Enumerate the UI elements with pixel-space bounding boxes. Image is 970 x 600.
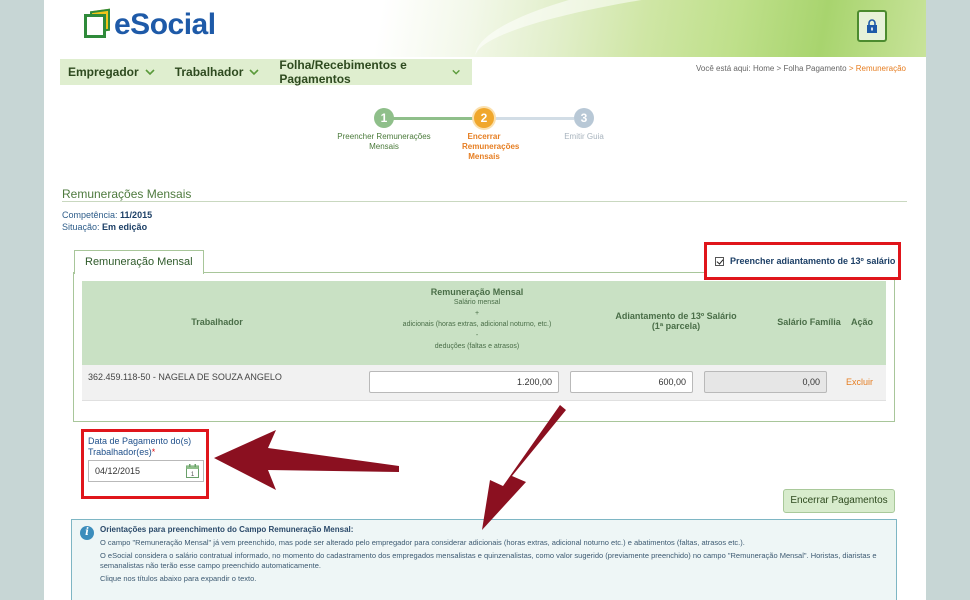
chevron-down-icon (249, 69, 259, 76)
table-row: 362.459.118-50 - NAGELA DE SOUZA ANGELO … (82, 365, 886, 401)
remuneracao-input[interactable]: 1.200,00 (369, 371, 559, 393)
encerrar-pagamentos-button[interactable]: Encerrar Pagamentos (783, 489, 895, 513)
col-adiantamento: Adiantamento de 13º Salário (1ª parcela) (606, 311, 746, 331)
logo-text: eSocial (114, 8, 216, 41)
step-label: Encerrar Remunerações Mensais (462, 132, 520, 161)
col-remuneracao-sub: deduções (faltas e atrasos) (434, 343, 520, 350)
breadcrumb-folha[interactable]: Folha Pagamento (783, 64, 846, 73)
esocial-logo[interactable]: eSocial (84, 8, 216, 42)
step-label: Emitir Guia (564, 132, 604, 141)
esocial-logo-icon (84, 8, 112, 40)
situacao-label: Situação: (62, 222, 100, 232)
chevron-down-icon (145, 69, 155, 76)
section-divider (62, 201, 907, 202)
salario-familia-input: 0,00 (704, 371, 827, 393)
step-label: Preencher Remunerações Mensais (337, 132, 431, 151)
col-remuneracao-sub: + (474, 310, 480, 317)
col-remuneracao-sub: Salário mensal (453, 299, 501, 306)
col-adiantamento-title: Adiantamento de 13º Salário (615, 311, 737, 321)
situacao-value: Em edição (102, 222, 148, 232)
info-paragraph: O campo "Remuneração Mensal" já vem pree… (100, 538, 745, 547)
col-acao: Ação (850, 317, 873, 327)
header-banner: eSocial (44, 0, 926, 57)
col-remuneracao-sub: - (475, 332, 479, 339)
breadcrumb-separator: > (848, 64, 854, 73)
nav-empregador[interactable]: Empregador (68, 65, 155, 79)
excluir-link[interactable]: Excluir (846, 377, 873, 387)
date-label: Data de Pagamento do(s) Trabalhador(es)* (88, 436, 206, 458)
date-label-line1: Data de Pagamento do(s) (88, 436, 192, 446)
date-field-highlight: Data de Pagamento do(s) Trabalhador(es)*… (81, 429, 209, 499)
date-label-line2: Trabalhador(es) (88, 447, 152, 457)
nav-folha-label: Folha/Recebimentos e Pagamentos (279, 58, 407, 86)
step-1: 1 Preencher Remunerações Mensais (334, 108, 434, 152)
chevron-down-icon (452, 69, 460, 75)
step-number: 3 (574, 108, 594, 128)
tab-remuneracao-mensal[interactable]: Remuneração Mensal (74, 250, 204, 274)
col-adiantamento-sub: (1ª parcela) (651, 321, 701, 331)
competencia-line: Competência: 11/2015 (62, 210, 152, 220)
main-nav: Empregador Trabalhador Folha/Recebimento… (60, 58, 472, 86)
breadcrumb-current: Remuneração (855, 64, 906, 73)
competencia-label: Competência: (62, 210, 118, 220)
table-header: Trabalhador Remuneração Mensal Salário m… (82, 281, 886, 365)
situacao-line: Situação: Em edição (62, 222, 147, 232)
breadcrumb: Você está aqui: Home > Folha Pagamento >… (696, 64, 906, 73)
step-number: 2 (474, 108, 494, 128)
nav-folha[interactable]: Folha/Recebimentos e Pagamentos (279, 58, 460, 86)
date-value: 04/12/2015 (95, 466, 141, 476)
remuneracao-table: Trabalhador Remuneração Mensal Salário m… (82, 281, 886, 401)
padlock-icon (867, 19, 877, 33)
step-number: 1 (374, 108, 394, 128)
date-input[interactable]: 04/12/2015 1 (88, 460, 204, 482)
adiantamento-checkbox[interactable] (715, 256, 724, 266)
nav-empregador-label: Empregador (68, 65, 139, 79)
col-remuneracao: Remuneração Mensal Salário mensal + adic… (352, 287, 602, 352)
adiantamento-checkbox-label[interactable]: Preencher adiantamento de 13º salário (730, 256, 895, 266)
col-remuneracao-sub: adicionais (horas extras, adicional notu… (402, 321, 552, 328)
info-paragraph: Clique nos títulos abaixo para expandir … (100, 574, 257, 583)
progress-steps: 1 Preencher Remunerações Mensais 2 Encer… (334, 108, 604, 168)
adiantamento-input[interactable]: 600,00 (570, 371, 693, 393)
lock-button[interactable] (857, 10, 887, 42)
step-3: 3 Emitir Guia (534, 108, 634, 142)
required-marker: * (151, 447, 156, 457)
info-icon: i (80, 526, 94, 540)
breadcrumb-home[interactable]: Home (753, 64, 774, 73)
competencia-value: 11/2015 (120, 210, 153, 220)
step-2: 2 Encerrar Remunerações Mensais (434, 108, 534, 162)
info-title[interactable]: Orientações para preenchimento do Campo … (100, 525, 896, 534)
adiantamento-checkbox-highlight: Preencher adiantamento de 13º salário (704, 242, 901, 280)
calendar-icon[interactable]: 1 (186, 464, 199, 478)
col-trabalhador: Trabalhador (191, 317, 243, 327)
breadcrumb-prefix: Você está aqui: (696, 64, 751, 73)
nav-trabalhador-label: Trabalhador (174, 65, 244, 79)
breadcrumb-separator: > (776, 64, 782, 73)
info-paragraph: O eSocial considera o salário contratual… (100, 551, 877, 570)
col-remuneracao-title: Remuneração Mensal (430, 287, 524, 297)
cell-trabalhador: 362.459.118-50 - NAGELA DE SOUZA ANGELO (88, 372, 282, 382)
nav-trabalhador[interactable]: Trabalhador (175, 65, 260, 79)
info-box: i Orientações para preenchimento do Camp… (71, 519, 897, 600)
section-title: Remunerações Mensais (62, 187, 192, 201)
page-container: eSocial Empregador Trabalhador Folha/Rec… (44, 0, 926, 600)
